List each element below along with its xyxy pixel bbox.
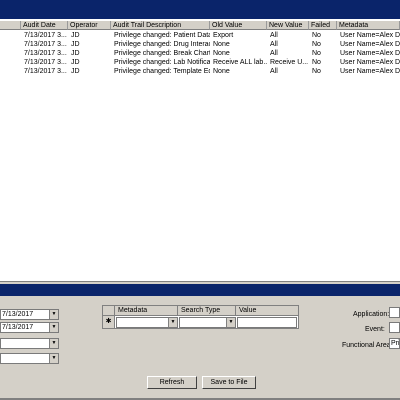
cell-description: Privilege changed: Drug Interact... bbox=[114, 41, 210, 48]
cell-old: Export bbox=[213, 32, 234, 39]
cell-metadata: User Name=Alex Doe bbox=[340, 41, 400, 48]
chevron-down-icon[interactable]: ▼ bbox=[49, 323, 58, 332]
end-date-value: 7/13/2017 bbox=[2, 324, 34, 331]
cell-metadata: User Name=Alex Doe bbox=[340, 59, 400, 66]
cell-date: 7/13/2017 3... bbox=[24, 50, 67, 57]
cell-new: All bbox=[270, 50, 278, 57]
cell-new: All bbox=[270, 41, 278, 48]
cell-operator: JD bbox=[71, 59, 80, 66]
functional-area-label: Functional Area: bbox=[342, 342, 393, 349]
cell-metadata: User Name=Alex Doe bbox=[340, 50, 400, 57]
functional-area-input[interactable]: Priv bbox=[389, 338, 400, 349]
event-label: Event: bbox=[365, 326, 385, 333]
col-search-type-header[interactable]: Search Type bbox=[178, 306, 236, 316]
cell-description: Privilege changed: Lab Notificati... bbox=[114, 59, 210, 66]
top-title-bar bbox=[0, 0, 400, 19]
cell-date: 7/13/2017 3... bbox=[24, 32, 67, 39]
cell-failed: No bbox=[312, 59, 321, 66]
new-row-marker-icon: ✱ bbox=[103, 316, 115, 328]
col-metadata-header[interactable]: Metadata bbox=[115, 306, 178, 316]
cell-failed: No bbox=[312, 50, 321, 57]
cell-description: Privilege changed: Patient Data ... bbox=[114, 32, 210, 39]
cell-new: All bbox=[270, 68, 278, 75]
search-type-select[interactable]: ▼ bbox=[179, 317, 236, 328]
save-to-file-button[interactable]: Save to File bbox=[202, 376, 256, 389]
refresh-button[interactable]: Refresh bbox=[147, 376, 197, 389]
event-input[interactable] bbox=[389, 322, 400, 333]
start-date-combo[interactable]: 7/13/2017 ▼ bbox=[0, 309, 59, 320]
col-operator[interactable]: Operator bbox=[68, 21, 111, 30]
cell-old: None bbox=[213, 68, 230, 75]
cell-date: 7/13/2017 3... bbox=[24, 68, 67, 75]
header-spacer bbox=[0, 21, 21, 30]
cell-date: 7/13/2017 3... bbox=[24, 59, 67, 66]
chevron-down-icon[interactable]: ▼ bbox=[168, 318, 177, 327]
end-date-combo[interactable]: 7/13/2017 ▼ bbox=[0, 322, 59, 333]
chevron-down-icon[interactable]: ▼ bbox=[49, 354, 58, 363]
grid-corner bbox=[103, 306, 115, 316]
cell-date: 7/13/2017 3... bbox=[24, 41, 67, 48]
col-old-value[interactable]: Old Value bbox=[210, 21, 267, 30]
col-audit-date[interactable]: Audit Date bbox=[21, 21, 68, 30]
chevron-down-icon[interactable]: ▼ bbox=[226, 318, 235, 327]
chevron-down-icon[interactable]: ▼ bbox=[49, 310, 58, 319]
cell-failed: No bbox=[312, 68, 321, 75]
value-input[interactable] bbox=[237, 317, 297, 328]
cell-operator: JD bbox=[71, 41, 80, 48]
cell-old: None bbox=[213, 50, 230, 57]
col-failed[interactable]: Failed bbox=[309, 21, 337, 30]
filter-panel-title-bar bbox=[0, 284, 400, 296]
cell-metadata: User Name=Alex Doe bbox=[340, 32, 400, 39]
cell-old: None bbox=[213, 41, 230, 48]
cell-operator: JD bbox=[71, 68, 80, 75]
cell-description: Privilege changed: Template Edi... bbox=[114, 68, 210, 75]
application-label: Application: bbox=[353, 311, 390, 318]
chevron-down-icon[interactable]: ▼ bbox=[49, 339, 58, 348]
cell-operator: JD bbox=[71, 32, 80, 39]
cell-metadata: User Name=Alex Doe bbox=[340, 68, 400, 75]
start-date-value: 7/13/2017 bbox=[2, 311, 34, 318]
metadata-grid: Metadata Search Type Value ✱ ▼ ▼ bbox=[102, 305, 299, 329]
cell-old: Receive ALL lab... bbox=[213, 59, 267, 66]
cell-operator: JD bbox=[71, 50, 80, 57]
col-metadata[interactable]: Metadata bbox=[337, 21, 400, 30]
application-input[interactable] bbox=[389, 307, 400, 318]
col-value-header[interactable]: Value bbox=[236, 306, 298, 316]
col-new-value[interactable]: New Value bbox=[267, 21, 309, 30]
cell-description: Privilege changed: Break Chart ... bbox=[114, 50, 210, 57]
filter-combo-4[interactable]: ▼ bbox=[0, 353, 59, 364]
cell-new: All bbox=[270, 32, 278, 39]
cell-new: Receive U... bbox=[270, 59, 309, 66]
col-description[interactable]: Audit Trail Description bbox=[111, 21, 210, 30]
metadata-select[interactable]: ▼ bbox=[116, 317, 178, 328]
filter-combo-3[interactable]: ▼ bbox=[0, 338, 59, 349]
cell-failed: No bbox=[312, 32, 321, 39]
cell-failed: No bbox=[312, 41, 321, 48]
